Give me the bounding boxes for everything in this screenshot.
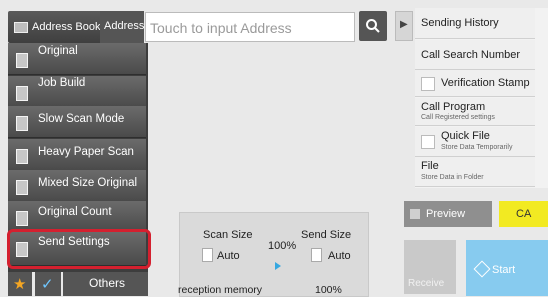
verification-stamp-label: Verification Stamp xyxy=(441,77,530,89)
search-button[interactable] xyxy=(359,11,387,41)
memory-label: reception memory xyxy=(178,284,263,296)
menu-item-mixed-size-original[interactable]: Mixed Size Original xyxy=(8,170,146,202)
send-settings-highlight xyxy=(7,229,151,269)
address-input[interactable]: Touch to input Address xyxy=(145,12,355,42)
quick-file-label: Quick File xyxy=(441,130,490,142)
address-book-label: Address Book xyxy=(32,21,101,33)
star-icon: ★ xyxy=(13,276,27,293)
others-label: Others xyxy=(89,276,126,290)
menu-item-label: Original Count xyxy=(38,206,112,218)
memory-value: 100% xyxy=(315,284,342,296)
clear-all-button[interactable]: CA xyxy=(499,201,548,227)
address-book-button[interactable]: Address Book xyxy=(8,11,102,43)
preview-label: Preview xyxy=(426,208,466,220)
menu-item-label: Heavy Paper Scan xyxy=(38,146,134,158)
count-icon xyxy=(16,211,28,226)
paper-icon xyxy=(16,149,28,164)
document-icon xyxy=(16,53,28,68)
preview-icon xyxy=(410,209,420,219)
call-program-sub: Call Registered settings xyxy=(421,114,495,121)
file-button[interactable]: File Store Data in Folder xyxy=(415,157,535,187)
scanner-icon xyxy=(16,116,28,131)
panel-collapse-tab[interactable]: ▶ xyxy=(395,11,413,41)
menu-item-original[interactable]: Original xyxy=(8,43,146,75)
call-search-number-label: Call Search Number xyxy=(421,49,521,61)
search-icon xyxy=(366,19,380,33)
start-icon xyxy=(473,260,491,278)
start-label: Start xyxy=(492,264,516,276)
ca-label: CA xyxy=(516,208,532,220)
favorite-button[interactable]: ★ xyxy=(8,272,32,296)
arrow-right-icon xyxy=(275,262,281,270)
start-button[interactable]: Start xyxy=(466,240,548,296)
job-build-icon xyxy=(16,86,28,101)
call-program-label: Call Program xyxy=(421,101,486,113)
send-size-label: Send Size xyxy=(301,229,352,241)
menu-item-label: Original xyxy=(38,45,78,57)
mixed-size-icon xyxy=(16,180,28,195)
scan-document-icon xyxy=(202,248,213,262)
ratio-value: 100% xyxy=(268,240,297,252)
quick-file-checkbox[interactable] xyxy=(421,135,435,149)
menu-item-job-build[interactable]: Job Build xyxy=(8,76,146,108)
quick-file-sub: Store Data Temporarily xyxy=(441,144,513,151)
menu-item-label: Slow Scan Mode xyxy=(38,113,125,125)
file-label: File xyxy=(421,160,439,172)
call-program-button[interactable]: Call Program Call Registered settings xyxy=(415,98,535,126)
scan-size-value: Auto xyxy=(217,250,240,262)
receive-label: Receive xyxy=(408,278,445,289)
verification-stamp-item[interactable]: Verification Stamp xyxy=(415,70,535,97)
check-button[interactable]: ✓ xyxy=(35,272,61,296)
menu-item-label: Mixed Size Original xyxy=(38,177,138,189)
sending-history-button[interactable]: Sending History xyxy=(415,8,535,39)
scan-size-label: Scan Size xyxy=(203,229,253,241)
chevron-right-icon: ▶ xyxy=(400,19,408,30)
menu-item-slow-scan-mode[interactable]: Slow Scan Mode xyxy=(8,106,146,138)
address-book-icon xyxy=(14,21,28,33)
receive-button[interactable]: Receive xyxy=(404,240,456,294)
sending-history-label: Sending History xyxy=(421,17,499,29)
call-search-number-button[interactable]: Call Search Number xyxy=(415,40,535,70)
verification-stamp-checkbox[interactable] xyxy=(421,77,435,91)
address-label: Address xyxy=(104,20,145,32)
file-sub: Store Data in Folder xyxy=(421,174,484,181)
menu-item-label: Job Build xyxy=(38,77,86,89)
quick-file-item[interactable]: Quick File Store Data Temporarily xyxy=(415,127,535,157)
others-button[interactable]: Others xyxy=(63,272,148,296)
preview-button[interactable]: Preview xyxy=(404,201,492,227)
menu-item-heavy-paper-scan[interactable]: Heavy Paper Scan xyxy=(8,139,146,171)
send-document-icon xyxy=(311,248,322,262)
check-icon: ✓ xyxy=(41,276,54,293)
send-size-value: Auto xyxy=(328,250,351,262)
